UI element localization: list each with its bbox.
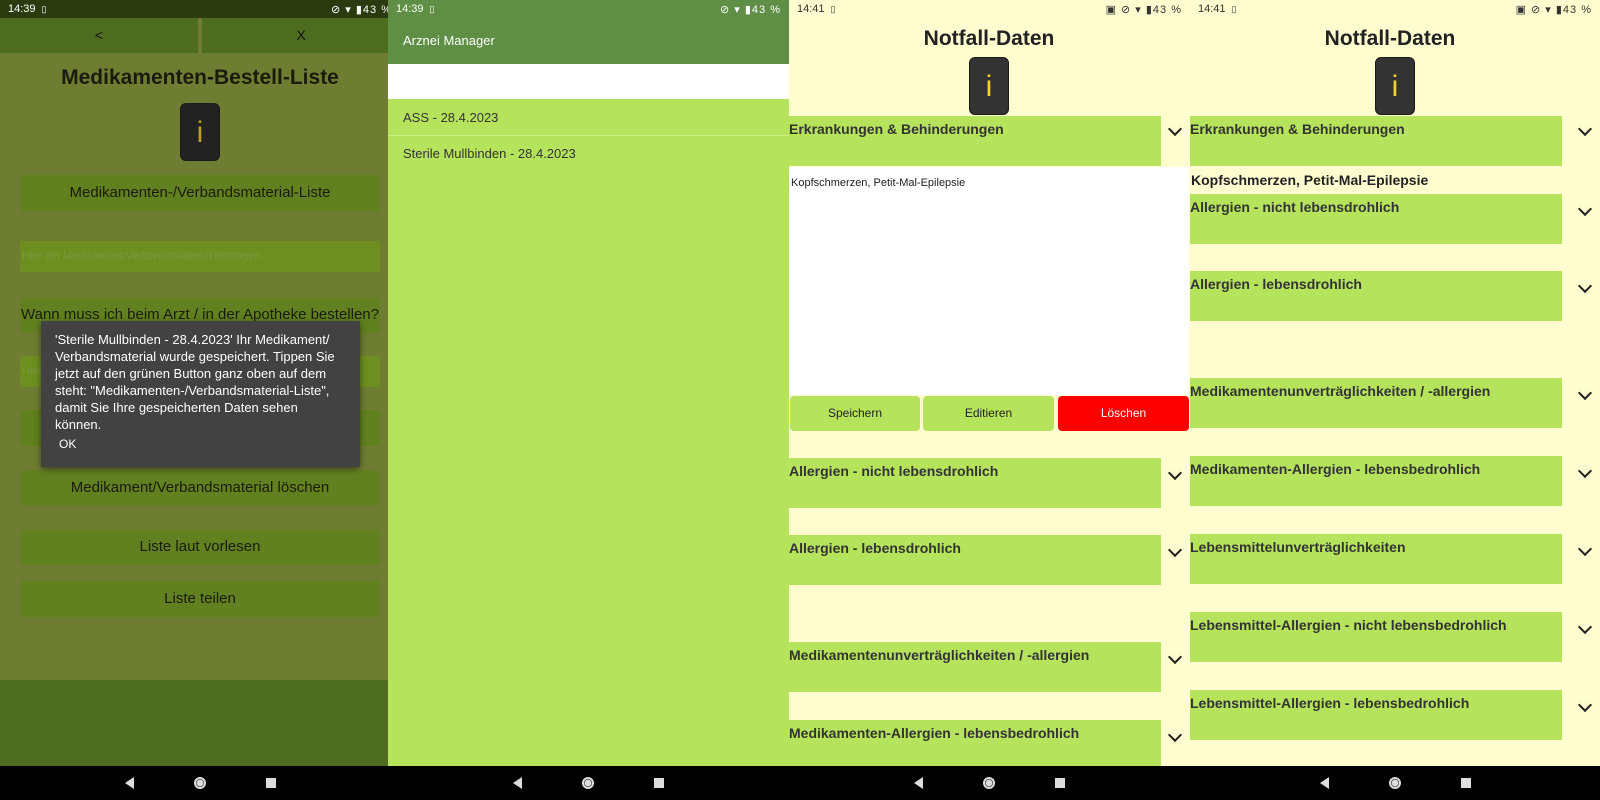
status-bar: 14:39 ▯ ⊘ ▾ ▮43 %	[0, 0, 400, 18]
nav-bar	[388, 766, 789, 800]
status-time: 14:39	[396, 3, 424, 15]
chevron-down-icon[interactable]	[1170, 649, 1180, 665]
back-icon[interactable]	[914, 777, 923, 789]
screen-emergency-view: 14:41 ▯ ▣ ⊘ ▾ ▮43 % Notfall-Daten i Erkr…	[1190, 0, 1600, 800]
recents-icon[interactable]	[1055, 778, 1065, 788]
read-aloud-button[interactable]: Liste laut vorlesen	[20, 529, 380, 565]
category-drug-allergies[interactable]: Medikamenten-Allergien - lebensbedrohlic…	[1190, 456, 1562, 506]
category-allergies-non-life-threatening[interactable]: Allergien - nicht lebensdrohlich	[1190, 194, 1562, 244]
info-button[interactable]: i	[969, 57, 1009, 115]
chevron-down-icon[interactable]	[1170, 121, 1180, 137]
category-food-allergies-life-threatening[interactable]: Lebensmittel-Allergien - lebensbedrohlic…	[1190, 690, 1562, 740]
delete-button[interactable]: Löschen	[1058, 396, 1189, 431]
recents-icon[interactable]	[1460, 778, 1471, 788]
back-icon[interactable]	[124, 777, 134, 789]
screen-medication-list: 14:39 ▯ ⊘ ▾ ▮43 % Arznei Manager ASS - 2…	[388, 0, 789, 800]
divider	[388, 135, 789, 136]
category-food-intolerances[interactable]: Lebensmittelunverträglichkeiten	[1190, 534, 1562, 584]
notification-icon: ▯	[1231, 3, 1237, 14]
category-drug-intolerances[interactable]: Medikamentenunverträglichkeiten / -aller…	[789, 642, 1161, 692]
footer-bar	[0, 680, 400, 766]
list-item[interactable]: Sterile Mullbinden - 28.4.2023	[403, 146, 576, 161]
saved-diseases-text: Kopfschmerzen, Petit-Mal-Epilepsie	[1191, 172, 1429, 188]
diseases-textarea[interactable]: Kopfschmerzen, Petit-Mal-Epilepsie	[789, 167, 1189, 395]
category-allergies-life-threatening[interactable]: Allergien - lebensdrohlich	[1190, 271, 1562, 321]
medication-input[interactable]: Hier ein Medikament/Verbandsmaterial ein…	[20, 241, 380, 272]
status-icons: ▣ ⊘ ▾ ▮43 %	[1105, 3, 1182, 16]
app-bar-title: Arznei Manager	[388, 18, 789, 64]
category-food-allergies-non-life-threatening[interactable]: Lebensmittel-Allergien - nicht lebensbed…	[1190, 612, 1562, 662]
delete-medication-button[interactable]: Medikament/Verbandsmaterial löschen	[20, 470, 380, 506]
status-bar: 14:41 ▯ ▣ ⊘ ▾ ▮43 %	[1190, 0, 1600, 18]
info-button[interactable]: i	[1375, 57, 1415, 115]
status-icons: ▣ ⊘ ▾ ▮43 %	[1515, 3, 1592, 16]
category-diseases[interactable]: Erkrankungen & Behinderungen	[1190, 116, 1562, 166]
chevron-down-icon[interactable]	[1580, 201, 1590, 217]
status-time: 14:41	[797, 3, 825, 15]
status-bar: 14:39 ▯ ⊘ ▾ ▮43 %	[388, 0, 789, 18]
share-list-button[interactable]: Liste teilen	[20, 581, 380, 617]
category-diseases[interactable]: Erkrankungen & Behinderungen	[789, 116, 1161, 166]
status-time: 14:41	[1198, 3, 1226, 15]
screen-emergency-edit: 14:41 ▯ ▣ ⊘ ▾ ▮43 % Notfall-Daten i Erkr…	[789, 0, 1190, 800]
nav-bar	[789, 766, 1190, 800]
chevron-down-icon[interactable]	[1170, 465, 1180, 481]
recents-icon[interactable]	[654, 778, 664, 788]
status-icons: ⊘ ▾ ▮43 %	[331, 3, 392, 16]
notification-icon: ▯	[830, 3, 836, 14]
chevron-down-icon[interactable]	[1170, 727, 1180, 743]
list-item[interactable]: ASS - 28.4.2023	[403, 110, 498, 125]
page-title: Notfall-Daten	[1324, 27, 1456, 50]
search-input[interactable]	[388, 64, 789, 99]
edit-button[interactable]: Editieren	[923, 396, 1054, 431]
medication-list-button[interactable]: Medikamenten-/Verbandsmaterial-Liste	[20, 175, 380, 211]
chevron-down-icon[interactable]	[1580, 541, 1590, 557]
recents-icon[interactable]	[265, 778, 276, 788]
notification-icon: ▯	[429, 3, 435, 14]
chevron-down-icon[interactable]	[1580, 385, 1590, 401]
chevron-down-icon[interactable]	[1580, 697, 1590, 713]
chevron-down-icon[interactable]	[1580, 121, 1590, 137]
home-icon[interactable]	[1388, 777, 1401, 789]
close-button[interactable]: X	[202, 18, 400, 53]
dialog-message: 'Sterile Mullbinden - 28.4.2023' Ihr Med…	[55, 332, 335, 432]
chevron-down-icon[interactable]	[1580, 463, 1590, 479]
nav-bar	[1190, 766, 1600, 800]
chevron-down-icon[interactable]	[1580, 278, 1590, 294]
info-button[interactable]: i	[180, 103, 220, 161]
home-icon[interactable]	[582, 777, 594, 789]
back-icon[interactable]	[513, 777, 522, 789]
chevron-down-icon[interactable]	[1580, 619, 1590, 635]
category-drug-allergies[interactable]: Medikamenten-Allergien - lebensbedrohlic…	[789, 720, 1161, 770]
status-time: 14:39	[8, 3, 36, 15]
saved-dialog: 'Sterile Mullbinden - 28.4.2023' Ihr Med…	[41, 321, 360, 467]
page-title: Medikamenten-Bestell-Liste	[61, 66, 339, 89]
category-allergies-non-life-threatening[interactable]: Allergien - nicht lebensdrohlich	[789, 458, 1161, 508]
category-drug-intolerances[interactable]: Medikamentenunverträglichkeiten / -aller…	[1190, 378, 1562, 428]
chevron-down-icon[interactable]	[1170, 542, 1180, 558]
save-button[interactable]: Speichern	[790, 396, 920, 431]
notification-icon: ▯	[41, 3, 47, 14]
nav-bar	[0, 766, 400, 800]
screen-order-list: 14:39 ▯ ⊘ ▾ ▮43 % < X Medikamenten-Beste…	[0, 0, 400, 800]
status-icons: ⊘ ▾ ▮43 %	[720, 3, 781, 16]
status-bar: 14:41 ▯ ▣ ⊘ ▾ ▮43 %	[789, 0, 1190, 18]
back-icon[interactable]	[1319, 777, 1329, 789]
home-icon[interactable]	[193, 777, 206, 789]
back-button[interactable]: <	[0, 18, 198, 53]
category-allergies-life-threatening[interactable]: Allergien - lebensdrohlich	[789, 535, 1161, 585]
page-title: Notfall-Daten	[923, 27, 1055, 50]
home-icon[interactable]	[983, 777, 995, 789]
dialog-ok-button[interactable]: OK	[59, 436, 76, 453]
